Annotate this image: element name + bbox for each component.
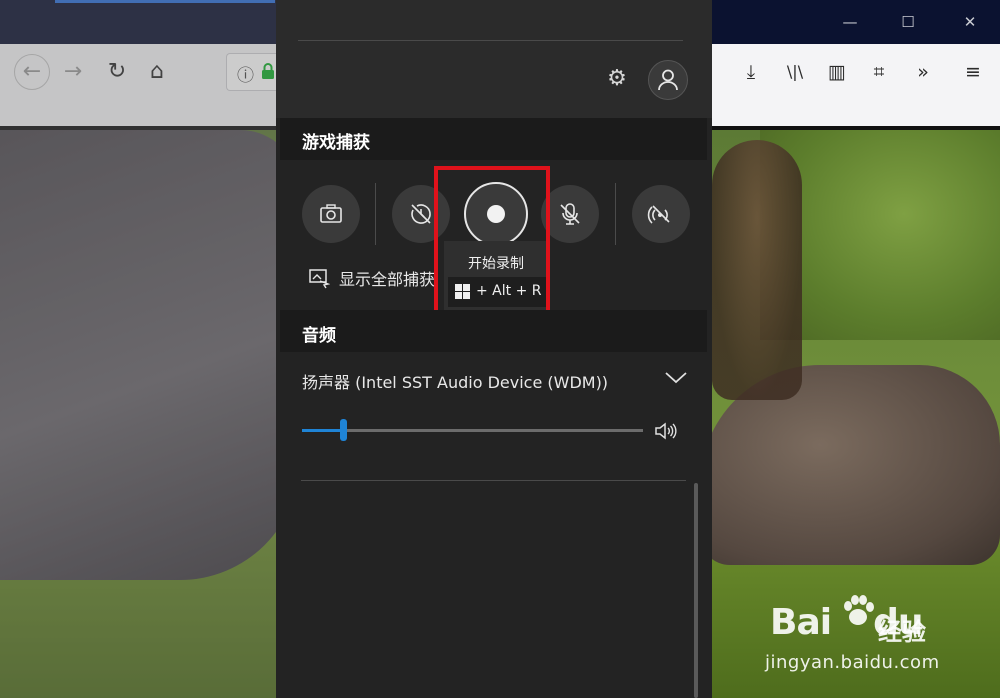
menu-icon[interactable]: ≡	[958, 58, 988, 86]
audio-section-title: 音频	[302, 326, 336, 346]
capture-section-title: 游戏捕获	[302, 133, 370, 153]
capture-separator-right	[615, 183, 616, 245]
baidu-watermark-url: jingyan.baidu.com	[765, 652, 940, 673]
take-screenshot-button[interactable]	[302, 185, 360, 243]
mic-off-icon	[560, 203, 580, 225]
annotation-highlight-box	[434, 166, 550, 320]
show-all-captures-link[interactable]: 显示全部捕获	[339, 266, 443, 290]
settings-gear-icon[interactable]: ⚙	[602, 64, 632, 94]
maximize-button[interactable]: ☐	[894, 10, 922, 34]
record-last-icon	[411, 204, 431, 224]
user-icon	[658, 69, 678, 91]
overlay-dim	[0, 0, 276, 698]
audio-device-name[interactable]: 扬声器 (Intel SST Audio Device (WDM))	[302, 369, 608, 393]
baidu-paw-icon	[844, 595, 874, 625]
speaker-icon[interactable]	[653, 421, 677, 441]
baidu-watermark-experience: 经验	[878, 618, 926, 646]
overflow-icon[interactable]: »	[908, 58, 938, 86]
gallery-icon	[309, 269, 330, 289]
broadcast-button[interactable]	[632, 185, 690, 243]
broadcast-icon	[647, 205, 670, 224]
audio-section-header	[280, 310, 707, 352]
chevron-down-icon[interactable]	[664, 368, 688, 388]
close-button[interactable]: ✕	[956, 10, 984, 34]
screenshot-tool-icon[interactable]: ⌗	[864, 58, 894, 86]
audio-divider	[301, 480, 686, 481]
volume-slider-thumb[interactable]	[340, 419, 347, 441]
game-bar-top-divider	[298, 40, 683, 41]
sidebar-icon[interactable]: ▥	[822, 58, 852, 86]
library-icon[interactable]: \|\	[780, 58, 810, 86]
game-bar-top	[276, 0, 712, 118]
downloads-icon[interactable]: ⤓	[736, 58, 766, 86]
camera-icon	[320, 204, 342, 223]
minimize-button[interactable]: —	[836, 10, 864, 34]
brand-bai: Bai	[770, 602, 832, 643]
user-avatar[interactable]	[648, 60, 688, 100]
volume-slider-track[interactable]	[302, 429, 643, 432]
panel-scrollbar[interactable]	[694, 483, 698, 698]
capture-separator-left	[375, 183, 376, 245]
video-squirrel	[712, 140, 802, 400]
volume-slider-fill	[302, 429, 343, 432]
